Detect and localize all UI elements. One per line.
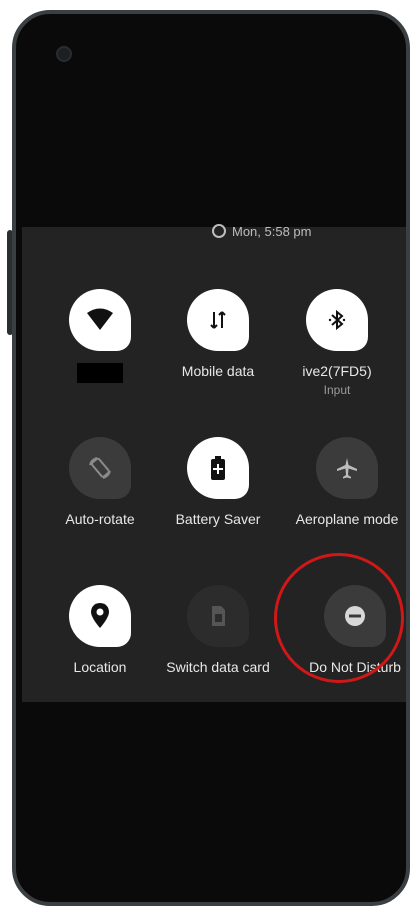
tile-switch-data-card[interactable]: Switch data card [158,585,278,675]
tile-location[interactable]: Location [40,585,160,675]
aeroplane-mode-toggle[interactable] [316,437,378,499]
sim-card-icon [212,606,225,626]
wifi-icon [87,308,113,330]
tile-label-aeroplane-mode: Aeroplane mode [295,511,399,527]
redacted-network-name [77,363,123,383]
tile-wifi[interactable] [40,289,160,383]
mobile-data-icon [210,311,226,329]
battery-saver-toggle[interactable] [187,437,249,499]
mobile-data-toggle[interactable] [187,289,249,351]
auto-rotate-toggle[interactable] [69,437,131,499]
tile-label-mobile-data: Mobile data [181,363,255,379]
phone-frame: Mon, 5:58 pm Mobile data ive2(7FD5) Inpu… [12,10,410,906]
bluetooth-toggle[interactable] [306,289,368,351]
tile-label-battery-saver: Battery Saver [175,511,261,527]
status-line: Mon, 5:58 pm [212,221,312,239]
location-toggle[interactable] [69,585,131,647]
battery-saver-icon [211,456,225,480]
bluetooth-icon [328,309,346,331]
tile-aeroplane-mode[interactable]: Aeroplane mode [287,437,406,527]
tile-battery-saver[interactable]: Battery Saver [158,437,278,527]
wifi-toggle[interactable] [69,289,131,351]
tile-mobile-data[interactable]: Mobile data [158,289,278,379]
status-time: Mon, 5:58 pm [232,224,312,239]
tile-sublabel-bluetooth: Input [323,383,351,397]
switch-data-card-toggle[interactable] [187,585,249,647]
tile-bluetooth[interactable]: ive2(7FD5) Input [277,289,397,397]
annotation-highlight-circle [274,553,404,683]
tile-label-bluetooth-device: ive2(7FD5) [302,363,372,379]
alarm-clock-icon [212,224,226,238]
location-icon [91,603,109,628]
tile-label-switch-data-card: Switch data card [166,659,270,675]
auto-rotate-icon [89,457,111,479]
airplane-icon [337,458,357,479]
tile-label-auto-rotate: Auto-rotate [65,511,135,527]
tile-label-location: Location [73,659,127,675]
tile-auto-rotate[interactable]: Auto-rotate [40,437,160,527]
front-camera [56,46,72,62]
